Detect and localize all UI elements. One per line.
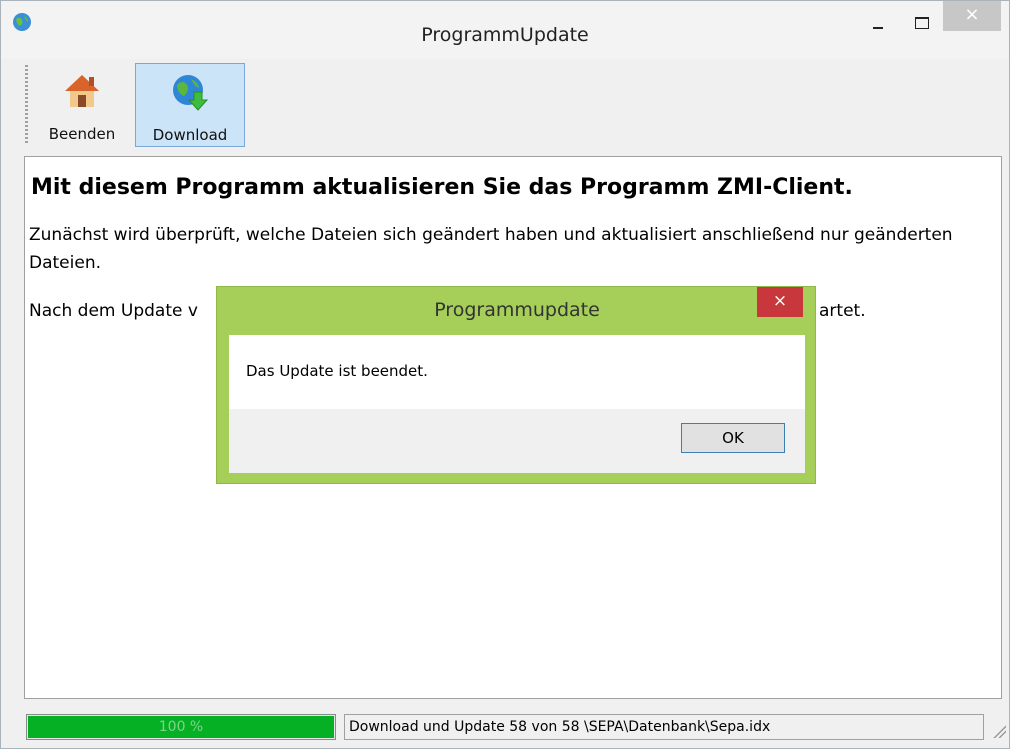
status-bar: 100 % Download und Update 58 von 58 \SEP… — [24, 708, 1006, 742]
close-icon: × — [772, 291, 788, 311]
info-paragraph-end: artet. — [819, 301, 866, 321]
dialog-body: Das Update ist beendet. OK — [229, 335, 805, 473]
dialog-message: Das Update ist beendet. — [246, 362, 428, 380]
toolbar-grip[interactable] — [25, 65, 28, 143]
progress-bar: 100 % — [26, 714, 336, 740]
beenden-label: Beenden — [48, 125, 116, 143]
beenden-button[interactable]: Beenden — [41, 63, 123, 147]
download-label: Download — [152, 126, 228, 144]
globe-download-icon — [173, 75, 209, 111]
download-button[interactable]: Download — [135, 63, 245, 147]
toolbar: Beenden Download — [21, 59, 1001, 151]
status-message: Download und Update 58 von 58 \SEPA\Date… — [344, 714, 984, 740]
window-title: ProgrammUpdate — [421, 24, 589, 46]
info-paragraph-start: Nach dem Update v — [29, 301, 198, 321]
main-window: ProgrammUpdate × Beenden Download Mit di… — [0, 0, 1010, 749]
dialog-close-button[interactable]: × — [757, 287, 803, 317]
maximize-button[interactable] — [905, 1, 939, 39]
resize-grip[interactable] — [992, 724, 1006, 738]
update-dialog: Programmupdate × Das Update ist beendet.… — [216, 286, 816, 484]
house-icon — [65, 75, 99, 107]
window-close-button[interactable]: × — [943, 1, 1001, 31]
close-icon: × — [964, 4, 980, 25]
ok-button[interactable]: OK — [681, 423, 785, 453]
minimize-button[interactable] — [861, 1, 895, 39]
title-bar: ProgrammUpdate × — [1, 1, 1009, 59]
page-heading: Mit diesem Programm aktualisieren Sie da… — [31, 175, 853, 200]
description-paragraph: Zunächst wird überprüft, welche Dateien … — [29, 225, 953, 273]
progress-text: 100 % — [158, 719, 204, 735]
dialog-title: Programmupdate — [434, 299, 600, 321]
dialog-message-area: Das Update ist beendet. — [229, 335, 805, 409]
